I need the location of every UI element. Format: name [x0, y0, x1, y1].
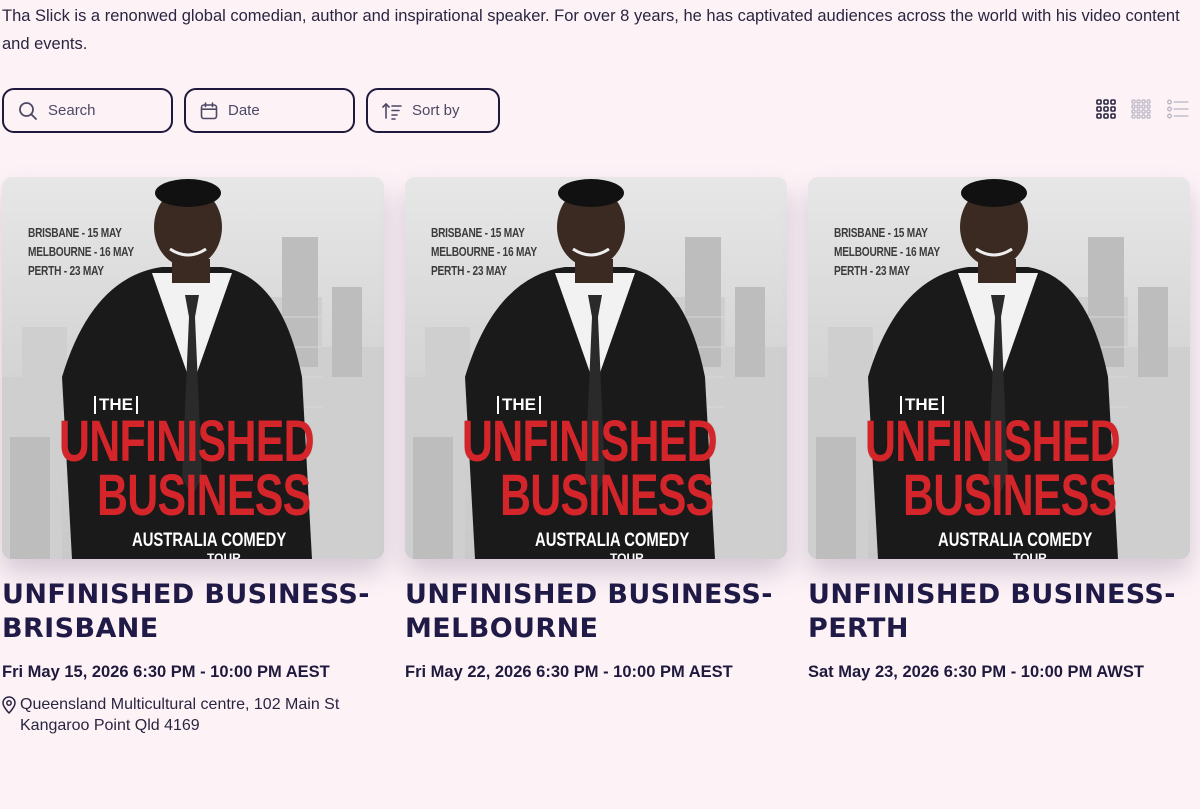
- event-card-melbourne[interactable]: BRISBANE - 15 MAY MELBOURNE - 16 MAY PER…: [405, 177, 787, 682]
- poster-cities: BRISBANE - 15 MAY MELBOURNE - 16 MAY PER…: [431, 225, 537, 278]
- list-icon: [1167, 99, 1189, 119]
- sort-by-label: Sort by: [412, 102, 460, 119]
- poster-tour: TOUR: [207, 551, 241, 559]
- sort-by-button[interactable]: Sort by: [366, 88, 500, 133]
- search-placeholder: Search: [48, 102, 96, 119]
- grid-3-icon: [1096, 99, 1116, 119]
- event-title[interactable]: UNFINISHED BUSINESS- PERTH: [808, 578, 1190, 646]
- date-filter[interactable]: Date: [184, 88, 355, 133]
- search-icon: [19, 101, 37, 120]
- poster-tour: TOUR: [1013, 551, 1047, 559]
- poster-title-line2: BUSINESS: [903, 463, 1117, 528]
- event-datetime: Fri May 22, 2026 6:30 PM - 10:00 PM AEST: [405, 663, 733, 681]
- poster-cities: BRISBANE - 15 MAY MELBOURNE - 16 MAY PER…: [834, 225, 940, 278]
- event-datetime: Fri May 15, 2026 6:30 PM - 10:00 PM AEST: [2, 663, 330, 681]
- sort-icon: [382, 102, 402, 120]
- event-poster-image[interactable]: BRISBANE - 15 MAY MELBOURNE - 16 MAY PER…: [405, 177, 787, 559]
- poster-cities: BRISBANE - 15 MAY MELBOURNE - 16 MAY PER…: [28, 225, 134, 278]
- calendar-icon: [200, 101, 218, 119]
- grid-4-icon: [1131, 99, 1151, 119]
- event-title[interactable]: UNFINISHED BUSINESS- MELBOURNE: [405, 578, 787, 646]
- poster-title-line2: BUSINESS: [97, 463, 311, 528]
- event-card-brisbane[interactable]: BRISBANE - 15 MAY MELBOURNE - 16 MAY PER…: [2, 177, 384, 736]
- location-line-2: Kangaroo Point Qld 4169: [20, 717, 200, 734]
- date-placeholder: Date: [228, 102, 260, 119]
- map-pin-icon: [2, 696, 16, 714]
- poster-subtitle: AUSTRALIA COMEDY: [132, 530, 287, 551]
- event-location: Queensland Multicultural centre, 102 Mai…: [2, 694, 384, 736]
- organizer-description: Tha Slick is a renonwed global comedian,…: [2, 7, 1180, 53]
- location-line-1: Queensland Multicultural centre, 102 Mai…: [20, 696, 340, 713]
- poster-subtitle: AUSTRALIA COMEDY: [938, 530, 1093, 551]
- search-input[interactable]: Search: [2, 88, 173, 133]
- poster-subtitle: AUSTRALIA COMEDY: [535, 530, 690, 551]
- event-poster-image[interactable]: BRISBANE - 15 MAY MELBOURNE - 16 MAY PER…: [2, 177, 384, 559]
- grid-3-view-button[interactable]: [1096, 99, 1116, 119]
- poster-title-line2: BUSINESS: [500, 463, 714, 528]
- event-title[interactable]: UNFINISHED BUSINESS- BRISBANE: [2, 578, 384, 646]
- grid-4-view-button[interactable]: [1131, 99, 1151, 119]
- poster-tour: TOUR: [610, 551, 644, 559]
- event-datetime: Sat May 23, 2026 6:30 PM - 10:00 PM AWST: [808, 663, 1144, 681]
- list-view-button[interactable]: [1167, 99, 1189, 119]
- event-poster-image[interactable]: BRISBANE - 15 MAY MELBOURNE - 16 MAY PER…: [808, 177, 1190, 559]
- event-card-perth[interactable]: BRISBANE - 15 MAY MELBOURNE - 16 MAY PER…: [808, 177, 1190, 682]
